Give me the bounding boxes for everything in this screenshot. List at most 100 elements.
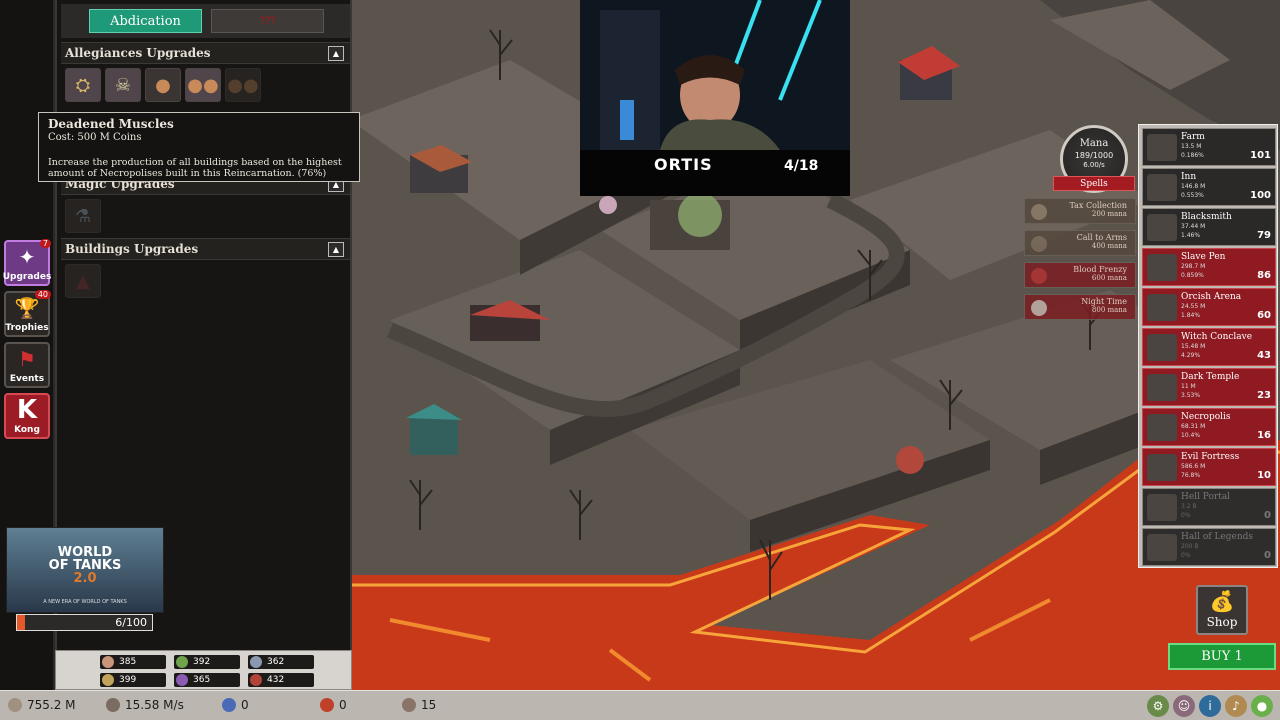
kong-button[interactable]: K Kong (4, 393, 50, 439)
building-row[interactable]: Hall of Legends 200 B 0% 0 (1142, 528, 1276, 566)
upgrade-icon[interactable]: ● (145, 68, 181, 102)
upgrade-icon[interactable]: ⛭ (65, 68, 101, 102)
settings-icon[interactable]: ⚙ (1147, 695, 1169, 717)
upgrades-button[interactable]: 7 ✦ Upgrades (2, 239, 52, 286)
upgrade-icon[interactable]: ☠ (105, 68, 141, 102)
streamer-counter: 4/18 (784, 158, 819, 174)
coin-bag-icon: 💰 (1209, 589, 1235, 613)
ruby-icon (320, 698, 334, 712)
upgrades-label: Upgrades (2, 272, 52, 282)
resource-value: 362 (267, 657, 285, 667)
building-name: Hell Portal (1181, 492, 1231, 502)
collapse-toggle[interactable]: ▲ (328, 46, 344, 61)
building-share: 0% (1181, 512, 1191, 519)
game-screen: 7 ✦ Upgrades 40 🏆 Trophies ⚑ Events K Ko… (0, 0, 1280, 720)
mana-title: Mana (1079, 138, 1109, 149)
resource-counter: 385 (100, 655, 166, 669)
sound-icon[interactable]: ♪ (1225, 695, 1247, 717)
shield-icon: ⛭ (75, 74, 91, 96)
spell-tax-collection[interactable]: Tax Collection 200 mana (1024, 198, 1136, 224)
spell-night-time[interactable]: Night Time 800 mana (1024, 294, 1136, 320)
mana-value: 189/1000 (1074, 151, 1114, 160)
building-share: 0.553% (1181, 192, 1204, 199)
spells-button[interactable]: Spells (1053, 176, 1135, 191)
spell-blood-frenzy[interactable]: Blood Frenzy 600 mana (1024, 262, 1136, 288)
resource-counter: 362 (248, 655, 314, 669)
coins-value: 755.2 M (27, 698, 76, 712)
building-count: 23 (1257, 390, 1271, 401)
building-name: Inn (1181, 172, 1197, 182)
building-count: 79 (1257, 230, 1271, 241)
building-share: 3.53% (1181, 392, 1201, 399)
upgrade-icon[interactable]: ▲ (65, 264, 101, 298)
building-row[interactable]: Evil Fortress 586.6 M 76.8% 10 (1142, 448, 1276, 486)
building-icon (1147, 414, 1177, 441)
coin-bag-icon (1031, 204, 1047, 220)
ad-banner[interactable]: WORLD OF TANKS 2.0 A NEW ERA OF WORLD OF… (6, 527, 164, 613)
building-share: 0.859% (1181, 272, 1204, 279)
spell-call-to-arms[interactable]: Call to Arms 400 mana (1024, 230, 1136, 256)
gems-counter: 0 (222, 698, 249, 712)
resource-counter: 432 (248, 673, 314, 687)
tab-abdication[interactable]: Abdication (89, 9, 202, 33)
trophies-button[interactable]: 40 🏆 Trophies (4, 290, 51, 337)
building-share: 0% (1181, 552, 1191, 559)
building-row[interactable]: Slave Pen 298.7 M 0.859% 86 (1142, 248, 1276, 286)
buy-quantity-button[interactable]: BUY 1 (1168, 643, 1276, 670)
rubies-value: 0 (339, 698, 347, 712)
building-production: 37.44 M (1181, 223, 1206, 230)
buildings-list: Farm 13.5 M 0.186% 101 Inn 146.8 M 0.553% 100 Bl… (1138, 124, 1278, 568)
income-rate: 15.58 M/s (106, 698, 184, 712)
panel-tabs: Abdication ??? (61, 4, 350, 38)
building-row[interactable]: Hell Portal 3.2 B 0% 0 (1142, 488, 1276, 526)
collapse-toggle[interactable]: ▲ (328, 242, 344, 257)
upgrade-icon[interactable]: ⚗ (65, 199, 101, 233)
skull-icon: ☠ (114, 74, 132, 96)
resource-icon (176, 674, 188, 686)
building-production: 298.7 M (1181, 263, 1206, 270)
info-icon[interactable]: i (1199, 695, 1221, 717)
tooltip-title: Deadened Muscles (48, 117, 174, 131)
building-row[interactable]: Witch Conclave 15.48 M 4.29% 43 (1142, 328, 1276, 366)
resource-icon (250, 674, 262, 686)
building-name: Blacksmith (1181, 212, 1232, 222)
trophies-badge: 40 (34, 290, 51, 299)
building-row[interactable]: Blacksmith 37.44 M 1.46% 79 (1142, 208, 1276, 246)
building-icon (1147, 454, 1177, 481)
sword-icon (1031, 236, 1047, 252)
building-production: 68.31 M (1181, 423, 1206, 430)
building-production: 13.5 M (1181, 143, 1202, 150)
resource-icon (102, 656, 114, 668)
buildings-upgrades-row: ▲ (65, 264, 101, 298)
mana-rate: 6.00/s (1083, 161, 1105, 169)
building-name: Witch Conclave (1181, 332, 1253, 342)
skulls-counter: 15 (402, 698, 436, 712)
resource-counter: 399 (100, 673, 166, 687)
progress-fill (17, 615, 26, 630)
building-row[interactable]: Dark Temple 11 M 3.53% 23 (1142, 368, 1276, 406)
building-row[interactable]: Necropolis 68.31 M 10.4% 16 (1142, 408, 1276, 446)
shop-button[interactable]: 💰 Shop (1196, 585, 1248, 635)
upgrade-icon[interactable]: ●● (225, 68, 261, 102)
upgrade-deadened-muscles[interactable]: ●● (185, 68, 221, 102)
allegiance-upgrades-row: ⛭ ☠ ● ●● ●● (65, 68, 261, 102)
blood-drop-icon (1031, 268, 1047, 284)
building-production: 146.8 M (1181, 183, 1206, 190)
building-count: 43 (1257, 350, 1271, 361)
building-row[interactable]: Inn 146.8 M 0.553% 100 (1142, 168, 1276, 206)
tab-locked[interactable]: ??? (211, 9, 324, 33)
building-icon (1147, 214, 1177, 241)
building-share: 1.46% (1181, 232, 1201, 239)
resource-value: 365 (193, 675, 211, 685)
building-count: 0 (1264, 510, 1271, 521)
building-icon (1147, 334, 1177, 361)
flag-icon: ⚑ (18, 347, 36, 371)
building-row[interactable]: Orcish Arena 24.55 M 1.84% 60 (1142, 288, 1276, 326)
events-button[interactable]: ⚑ Events (4, 342, 50, 388)
resource-value: 432 (267, 675, 285, 685)
building-row[interactable]: Farm 13.5 M 0.186% 101 (1142, 128, 1276, 166)
building-count: 86 (1257, 270, 1271, 281)
profile-icon[interactable]: ☺ (1173, 695, 1195, 717)
pet-icon[interactable]: ● (1251, 695, 1273, 717)
moon-icon (1031, 300, 1047, 316)
